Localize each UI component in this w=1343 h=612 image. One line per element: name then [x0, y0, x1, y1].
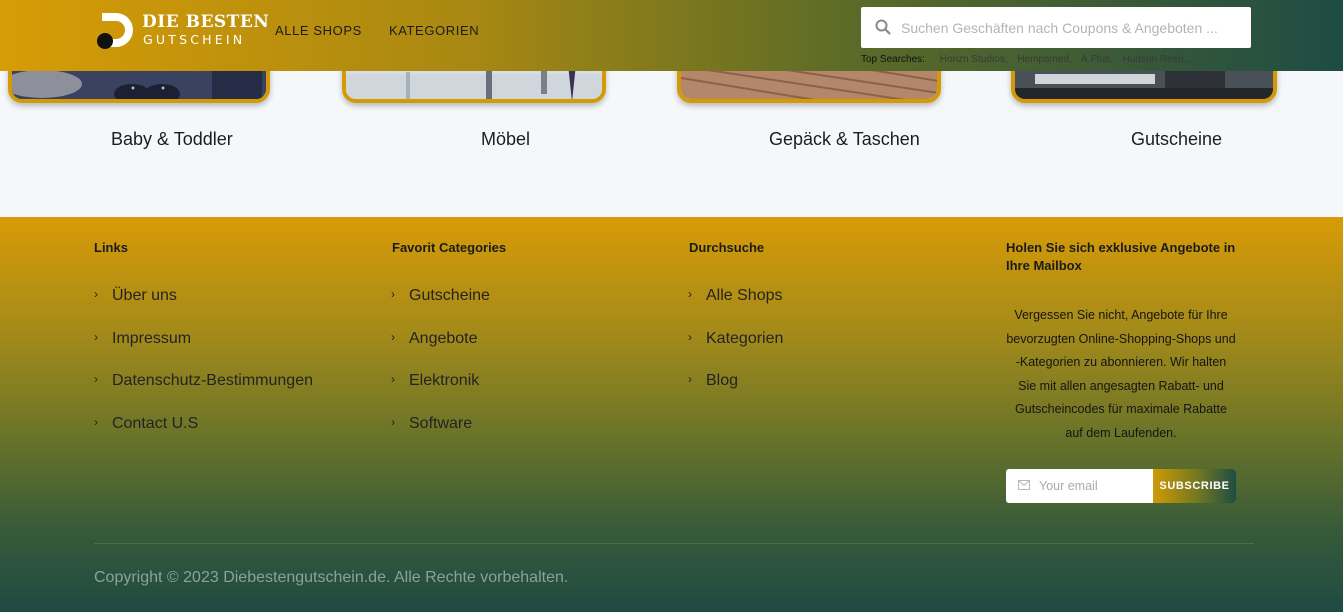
logo-text-bottom: GUTSCHEIN	[143, 32, 246, 47]
chevron-right-icon: ›	[391, 330, 395, 344]
mail-icon	[1018, 480, 1030, 490]
footer-durchsuche-title: Durchsuche	[689, 240, 765, 255]
chevron-right-icon: ›	[688, 372, 692, 386]
chevron-right-icon: ›	[94, 372, 98, 386]
main-nav: ALLE SHOPS KATEGORIEN	[275, 23, 479, 38]
top-search-item[interactable]: A.Plus,	[1081, 54, 1113, 65]
chevron-right-icon: ›	[94, 330, 98, 344]
search-box	[861, 7, 1251, 48]
search-icon[interactable]	[875, 19, 891, 35]
footer-link-impressum[interactable]: Impressum	[112, 330, 191, 348]
site-footer: Links › Über uns › Impressum › Datenschu…	[0, 217, 1343, 612]
nav-alle-shops[interactable]: ALLE SHOPS	[275, 23, 362, 38]
top-search-item[interactable]: Horizn Studios,	[940, 54, 1008, 65]
top-search-item[interactable]: Hudson Reed,...	[1122, 54, 1194, 65]
newsletter-title: Holen Sie sich exklusive Angebote in Ihr…	[1006, 240, 1236, 273]
category-title[interactable]: Gutscheine	[1131, 129, 1222, 150]
chevron-right-icon: ›	[391, 372, 395, 386]
footer-links-title: Links	[94, 240, 128, 255]
copyright-text: Copyright © 2023 Diebestengutschein.de. …	[94, 569, 569, 586]
footer-link-contact[interactable]: Contact U.S	[112, 415, 198, 433]
nav-kategorien[interactable]: KATEGORIEN	[389, 23, 479, 38]
footer-link-kategorien[interactable]: Kategorien	[706, 330, 783, 348]
footer-link-gutscheine[interactable]: Gutscheine	[409, 287, 490, 305]
chevron-right-icon: ›	[688, 287, 692, 301]
footer-link-datenschutz[interactable]: Datenschutz-Bestimmungen	[112, 372, 313, 390]
footer-link-elektronik[interactable]: Elektronik	[409, 372, 479, 390]
footer-link-blog[interactable]: Blog	[706, 372, 738, 390]
subscribe-button[interactable]: SUBSCRIBE	[1153, 469, 1236, 503]
site-logo[interactable]: DIE BESTEN GUTSCHEIN	[96, 11, 269, 51]
site-header: DIE BESTEN GUTSCHEIN ALLE SHOPS KATEGORI…	[0, 0, 1343, 71]
chevron-right-icon: ›	[391, 287, 395, 301]
logo-mark-icon	[97, 13, 133, 49]
newsletter-text: Vergessen Sie nicht, Angebote für Ihre b…	[1006, 308, 1236, 440]
chevron-right-icon: ›	[688, 330, 692, 344]
footer-divider	[94, 543, 1254, 544]
chevron-right-icon: ›	[391, 415, 395, 429]
footer-link-software[interactable]: Software	[409, 415, 472, 433]
logo-text-top: DIE BESTEN	[142, 12, 270, 32]
category-title[interactable]: Baby & Toddler	[111, 129, 233, 150]
top-search-item[interactable]: Hempamed,	[1017, 54, 1071, 65]
chevron-right-icon: ›	[94, 415, 98, 429]
search-input[interactable]	[901, 7, 1241, 48]
chevron-right-icon: ›	[94, 287, 98, 301]
top-searches-label: Top Searches:	[861, 54, 925, 65]
top-searches: Top Searches: Horizn Studios, Hempamed, …	[861, 54, 1202, 65]
category-title[interactable]: Gepäck & Taschen	[769, 129, 920, 150]
footer-favorit-title: Favorit Categories	[392, 240, 507, 255]
category-title[interactable]: Möbel	[481, 129, 530, 150]
newsletter-form: SUBSCRIBE	[1006, 469, 1236, 503]
footer-link-ueber-uns[interactable]: Über uns	[112, 287, 177, 305]
email-input[interactable]	[1039, 469, 1151, 503]
footer-link-angebote[interactable]: Angebote	[409, 330, 478, 348]
footer-link-alle-shops[interactable]: Alle Shops	[706, 287, 783, 305]
